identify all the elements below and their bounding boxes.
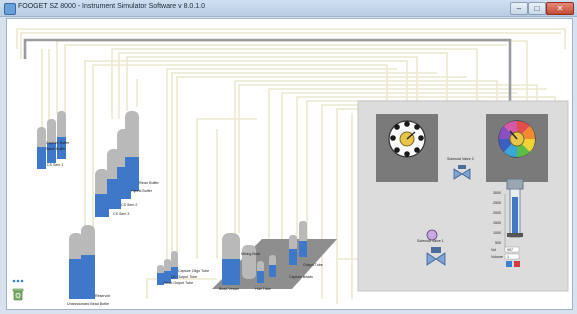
label-cs-sem2: CS Sem 2 bbox=[121, 203, 138, 207]
pump-stop-button[interactable] bbox=[514, 261, 520, 267]
bottle-rinse-buffer bbox=[125, 111, 139, 191]
app-icon bbox=[4, 3, 16, 15]
label-capture-beads: Capture Beads bbox=[289, 275, 313, 279]
pump-scale-3: 1500 bbox=[493, 221, 501, 225]
label-solenoid-valve-1: Solenoid Valve 1 bbox=[417, 239, 444, 243]
simulation-canvas: Capture Buffer Wash Buffer CS Sem 1 Rins… bbox=[6, 18, 573, 310]
fluidics-diagram bbox=[16, 28, 569, 304]
pump-scale-0: 3000 bbox=[493, 191, 501, 195]
pump-value-1: 997 bbox=[507, 248, 513, 252]
label-cs-sem1: CS Sem 1 bbox=[47, 163, 64, 167]
label-hybrid-buffer: Hybrid Buffer bbox=[131, 189, 152, 193]
pump-scale-1: 2500 bbox=[493, 201, 501, 205]
tube-capture-beads-a bbox=[289, 235, 297, 265]
label-wash-buffer: Wash Buffer bbox=[46, 147, 66, 151]
label-unannounced-bead: Unannounced Bead Bottle bbox=[67, 302, 109, 306]
label-capture-oligo: Capture Oligo Tube bbox=[178, 269, 210, 273]
bottle-bead-vessel bbox=[222, 233, 240, 285]
drain-indicator-icon bbox=[12, 279, 24, 283]
bottle-mixing-bowl bbox=[242, 245, 256, 279]
label-capture-buffer: Capture Buffer bbox=[46, 141, 70, 145]
tube-output bbox=[269, 255, 276, 277]
pump-value-2: 1 bbox=[507, 255, 509, 259]
window-title: FOOGET SZ 8000 - Instrument Simulator So… bbox=[18, 3, 206, 10]
bottle-reservoir bbox=[69, 233, 83, 299]
label-bead-output: Bead Output Tube bbox=[164, 281, 194, 285]
tube-hub bbox=[257, 261, 264, 283]
label-pump-1: Vol bbox=[491, 248, 496, 252]
label-pump-2: Volume bbox=[491, 255, 503, 259]
maximize-button[interactable]: □ bbox=[528, 2, 546, 15]
pump-scale-5: 500 bbox=[495, 241, 501, 245]
label-bead-vessel: Bead Vessel bbox=[219, 287, 239, 291]
close-button[interactable]: ✕ bbox=[546, 2, 574, 15]
bottle-cs-sem1 bbox=[57, 111, 66, 159]
tube-qc-output bbox=[164, 259, 171, 283]
label-hub-tube: Hub Tube bbox=[255, 287, 271, 291]
bottle-unannounced-bead bbox=[81, 225, 95, 299]
pump-scale-2: 2000 bbox=[493, 211, 501, 215]
label-rinse-buffer: Rinse Buffer bbox=[139, 181, 159, 185]
label-solenoid-valve-2: Solenoid Valve 2 bbox=[447, 157, 474, 161]
label-mixing-bowl: Mixing Bowl bbox=[241, 252, 261, 256]
recycle-bin-icon[interactable] bbox=[11, 287, 25, 301]
app-window: FOOGET SZ 8000 - Instrument Simulator So… bbox=[0, 0, 577, 314]
minimize-button[interactable]: – bbox=[510, 2, 528, 15]
label-output-tube: Output Tube bbox=[303, 263, 323, 267]
bottle-wash-buffer bbox=[37, 127, 46, 169]
pump-scale-4: 1000 bbox=[493, 231, 501, 235]
rotary-valve-right[interactable] bbox=[498, 120, 536, 158]
label-cs-sem3: CS Sem 3 bbox=[113, 212, 130, 216]
label-reservoir: Reservoir bbox=[95, 294, 111, 298]
tube-capture-beads-b bbox=[299, 221, 307, 257]
label-qc-output: QC Output Tube bbox=[171, 275, 198, 279]
bottle-cs-sem3 bbox=[95, 169, 109, 217]
pump-play-button[interactable] bbox=[506, 261, 512, 267]
title-bar: FOOGET SZ 8000 - Instrument Simulator So… bbox=[0, 0, 577, 17]
rotary-valve-left[interactable] bbox=[388, 120, 426, 158]
tube-bead-output bbox=[157, 265, 164, 285]
